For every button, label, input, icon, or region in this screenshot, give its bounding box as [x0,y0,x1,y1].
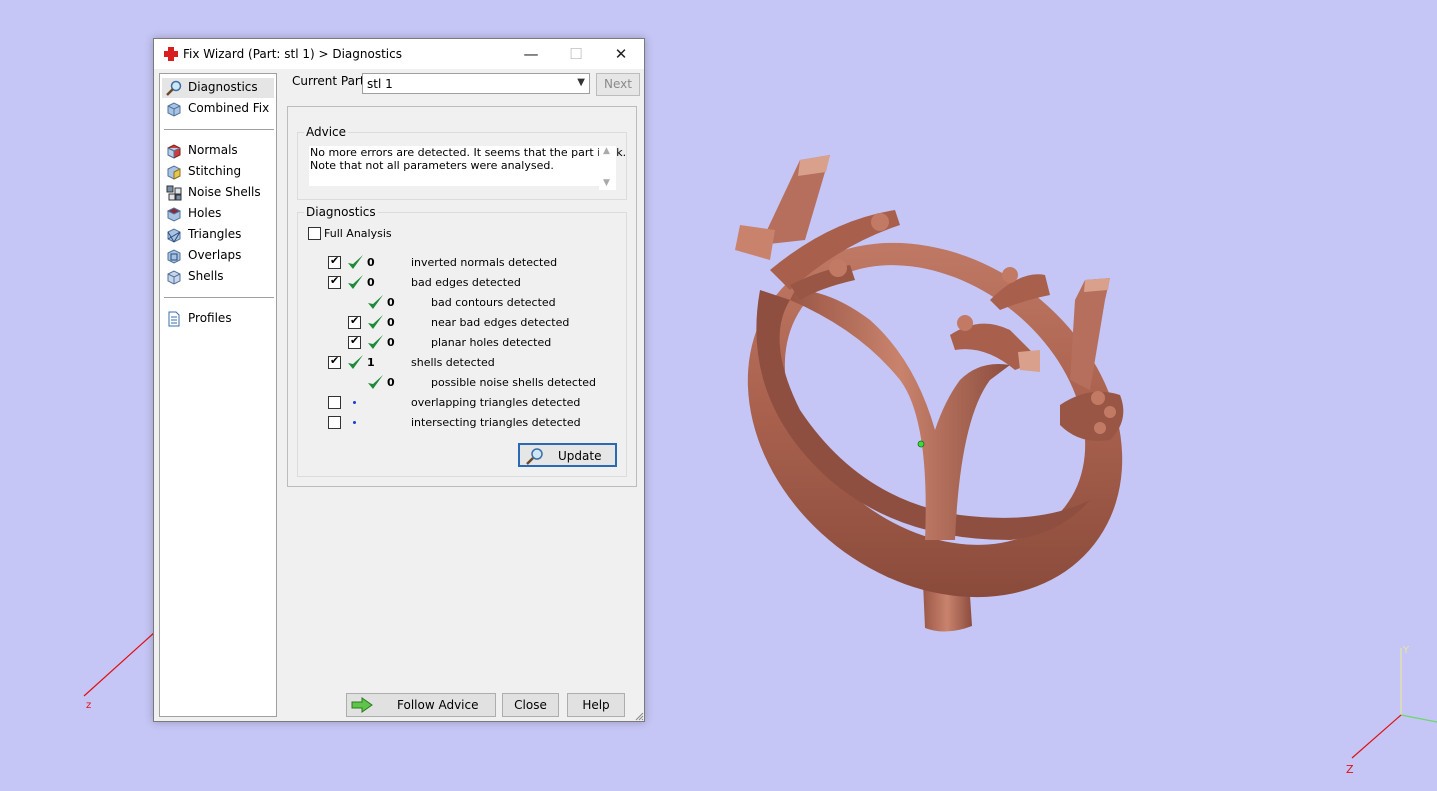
window-title: Fix Wizard (Part: stl 1) > Diagnostics [183,47,402,61]
green-check-icon [348,255,363,269]
axis-triad: Y Z [1346,645,1437,776]
maximize-button[interactable]: ☐ [553,39,599,69]
nav-item-overlaps[interactable]: Overlaps [162,246,274,266]
nav-item-combined-fix[interactable]: Combined Fix [162,99,274,119]
nav-item-normals[interactable]: Normals [162,141,274,161]
stitching-icon [167,165,181,180]
close-button[interactable]: Close [502,693,559,717]
intersecting-triangles-label: intersecting triangles detected [411,416,581,429]
nav-item-shells[interactable]: Shells [162,267,274,287]
normals-icon [167,144,181,159]
nav-item-stitching[interactable]: Stitching [162,162,274,182]
current-part-label: Current Part: [292,74,369,88]
ring-model[interactable] [677,155,1192,670]
near-bad-edges-label: near bad edges detected [431,316,570,329]
help-button[interactable]: Help [567,693,625,717]
planar-holes-label: planar holes detected [431,336,552,349]
svg-text:Z: Z [1346,763,1354,776]
wizard-nav: Diagnostics Combined Fix Normals Stitchi… [159,73,277,717]
shells-icon [167,270,181,285]
close-window-button[interactable]: ✕ [598,39,644,69]
full-analysis-label: Full Analysis [324,227,392,240]
red-cross-icon [164,47,178,61]
magnifier-icon [526,448,543,465]
chevron-down-icon: ▼ [577,77,585,88]
planar-holes-checkbox[interactable]: ✔ [348,334,361,349]
noise-shells-icon [166,185,182,201]
nav-item-profiles[interactable]: Profiles [162,309,274,329]
green-check-icon [368,315,383,329]
resize-grip-icon[interactable] [634,711,644,721]
green-arrow-icon [351,697,373,713]
current-part-select[interactable]: stl 1 ▼ [362,73,590,94]
update-button[interactable]: Update [518,443,617,467]
title-bar[interactable]: Fix Wizard (Part: stl 1) > Diagnostics —… [154,39,644,69]
green-check-icon [368,295,383,309]
bad-edges-checkbox[interactable]: ✔ [328,274,341,289]
inverted-normals-label: inverted normals detected [411,256,558,269]
follow-advice-button[interactable]: Follow Advice [346,693,496,717]
bad-edges-label: bad edges detected [411,276,521,289]
next-button[interactable]: Next [596,73,640,96]
green-check-icon [348,275,363,289]
nav-item-diagnostics[interactable]: Diagnostics [162,78,274,98]
svg-text:Y: Y [1402,645,1410,656]
shells-checkbox[interactable]: ✔ [328,354,341,369]
scroll-up-icon[interactable]: ▲ [603,146,610,156]
not-analysed-dot-icon [353,401,356,404]
intersecting-triangles-checkbox[interactable] [328,416,341,429]
cube-icon [167,102,181,117]
inverted-normals-checkbox[interactable]: ✔ [328,254,341,269]
nav-item-triangles[interactable]: Triangles [162,225,274,245]
axis-z-line [83,631,156,697]
triangles-icon [167,228,181,243]
green-check-icon [348,355,363,369]
overlapping-triangles-label: overlapping triangles detected [411,396,581,409]
advice-text: No more errors are detected. It seems th… [309,146,626,186]
fix-wizard-dialog: Fix Wizard (Part: stl 1) > Diagnostics —… [153,38,645,722]
not-analysed-dot-icon [353,421,356,424]
near-bad-edges-checkbox[interactable]: ✔ [348,314,361,329]
advice-scrollbar[interactable]: ▲ ▼ [599,146,616,190]
noise-shells-label: possible noise shells detected [431,376,597,389]
axis-z-label: z [86,700,91,711]
magnifier-icon [166,80,182,96]
minimize-button[interactable]: — [508,39,554,69]
scroll-down-icon[interactable]: ▼ [603,178,610,188]
document-icon [168,311,180,327]
full-analysis-checkbox[interactable] [308,227,321,240]
nav-separator [164,297,274,298]
nav-separator [164,129,274,130]
bad-contours-label: bad contours detected [431,296,556,309]
shells-label: shells detected [411,356,495,369]
green-check-icon [368,335,383,349]
holes-icon [166,207,182,222]
overlaps-icon [167,249,181,264]
nav-item-holes[interactable]: Holes [162,204,274,224]
green-check-icon [368,375,383,389]
nav-item-noise-shells[interactable]: Noise Shells [162,183,274,203]
overlapping-triangles-checkbox[interactable] [328,396,341,409]
